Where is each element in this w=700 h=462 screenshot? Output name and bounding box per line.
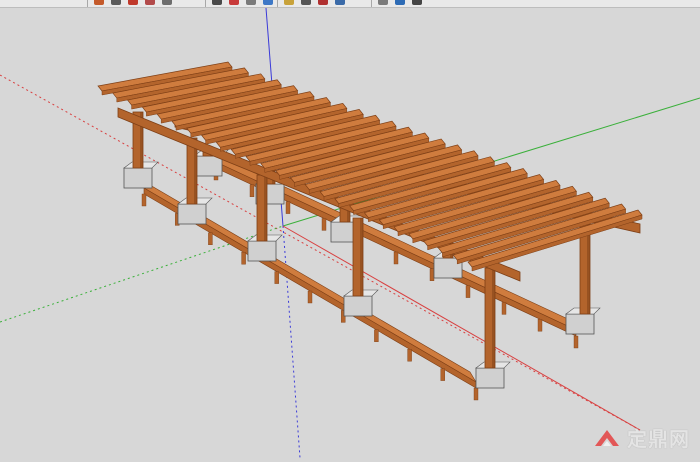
front-post-footing [343,295,373,317]
watermark-text: 定鼎网 [627,427,690,451]
eraser-icon [145,0,155,5]
back-bench-leg [321,218,327,231]
toolbar-separator [205,0,206,7]
toolbar-group [210,0,275,7]
previous-view-icon [395,0,405,5]
arc-button[interactable] [126,0,140,7]
eraser-button[interactable] [143,0,157,7]
watermark: 定鼎网 [593,423,690,452]
toolbar-separator [277,0,278,7]
front-bench-leg [473,387,479,401]
arc-icon [128,0,138,5]
next-view-icon [412,0,422,5]
front-bench-leg [407,349,412,362]
paint-bucket-button[interactable] [160,0,174,7]
front-post-footing [475,367,505,389]
front-bench-leg [307,290,313,304]
zoom-icon [335,0,345,5]
toolbar-group [282,0,347,7]
pencil-button[interactable] [92,0,106,7]
blue-axis-dashed [282,225,301,459]
toolbar [0,0,700,8]
orbit-icon [301,0,311,5]
zoom-extents-button[interactable] [376,0,390,7]
front-bench-leg [440,368,445,381]
line-icon [111,0,121,5]
back-bench-leg [429,268,435,281]
offset-button[interactable] [261,0,275,7]
front-post-shade [492,268,495,368]
back-bench-leg [465,285,471,298]
rotate-icon [246,0,256,5]
back-post-footing [565,313,595,335]
toolbar-separator [87,0,88,7]
back-bench-leg [573,335,579,349]
line-button[interactable] [109,0,123,7]
watermark-logo-icon [595,429,619,446]
tape-button[interactable] [282,0,296,7]
toolbar-separator [371,0,372,7]
move-button[interactable] [227,0,241,7]
front-post-footing [247,240,277,262]
tape-icon [284,0,294,5]
front-post-shade [264,175,267,241]
push-pull-icon [212,0,222,5]
move-icon [229,0,239,5]
front-bench-leg [274,271,279,284]
pan-button[interactable] [316,0,330,7]
previous-view-button[interactable] [393,0,407,7]
model-viewport[interactable]: 定鼎网 [0,7,700,459]
front-post-footing [123,167,153,189]
pergola-model [0,7,700,459]
front-bench-leg [141,193,147,207]
sketchup-window: 定鼎网 [0,0,700,459]
back-bench-leg [537,319,543,332]
pan-icon [318,0,328,5]
back-bench-leg [393,251,399,265]
orbit-button[interactable] [299,0,313,7]
pencil-icon [94,0,104,5]
offset-icon [263,0,273,5]
back-post-shade [587,224,590,314]
back-bench-leg [249,184,255,198]
front-post-shade [360,218,363,296]
toolbar-group [92,0,174,7]
next-view-button[interactable] [410,0,424,7]
paint-bucket-icon [162,0,172,5]
toolbar-group [376,0,424,7]
back-post-footing [193,155,223,177]
zoom-extents-icon [378,0,388,5]
front-bench-leg [208,232,213,246]
back-bench-leg [501,302,507,315]
back-bench-leg [285,201,291,214]
rotate-button[interactable] [244,0,258,7]
front-post-footing [177,203,207,225]
zoom-button[interactable] [333,0,347,7]
front-bench-leg [241,251,246,265]
push-pull-button[interactable] [210,0,224,7]
front-bench-leg [374,329,379,342]
